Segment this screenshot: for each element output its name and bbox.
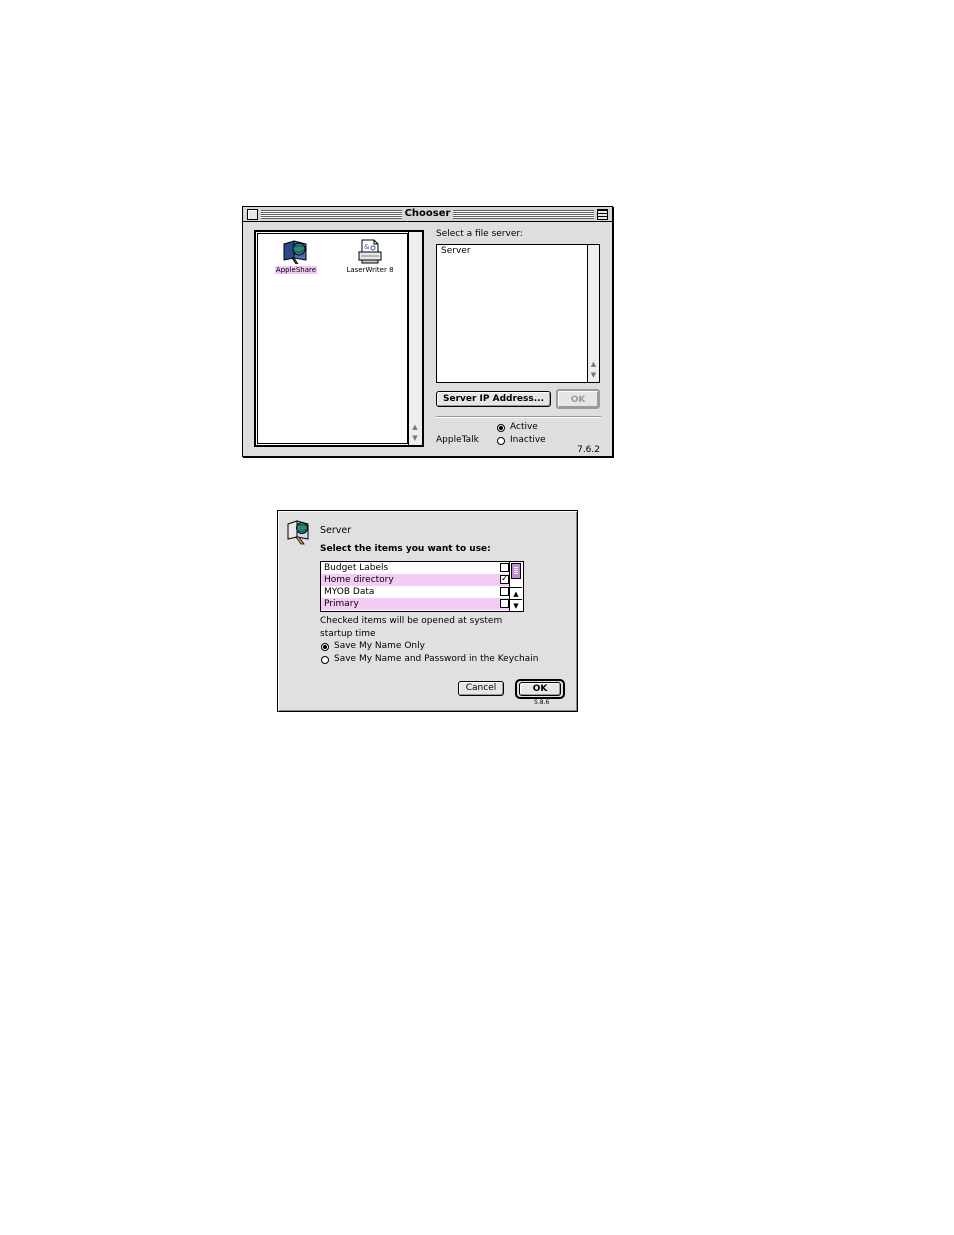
volume-checkbox-checked[interactable]: ✓ [500,575,509,584]
laserwriter-icon: & [356,238,384,264]
device-laserwriter[interactable]: & LaserWriter 8 [338,238,402,274]
appletalk-label: AppleTalk [436,435,479,445]
version-label: 7.6.2 [577,445,600,455]
device-appleshare[interactable]: AppleShare [264,238,328,274]
volume-list[interactable]: Budget Labels Home directory ✓ MYOB Data… [320,561,524,612]
server-ip-address-button[interactable]: Server IP Address... [436,391,551,407]
scroll-down-arrow-icon[interactable]: ▼ [588,370,599,381]
chooser-title-bar[interactable]: Chooser [243,207,612,222]
scroll-down-arrow-icon[interactable]: ▼ [510,599,522,611]
server-volumes-dialog: Server Select the items you want to use:… [277,510,578,712]
list-item[interactable]: Budget Labels [321,562,511,574]
startup-note-line-1: Checked items will be opened at system [320,616,503,626]
volume-checkbox[interactable] [500,599,509,608]
appletalk-inactive-label[interactable]: Inactive [510,435,546,445]
scroll-up-arrow-icon[interactable]: ▲ [409,422,421,433]
device-label: AppleShare [274,266,318,274]
save-name-only-label[interactable]: Save My Name Only [334,641,425,651]
server-list-item[interactable]: Server [441,246,471,256]
dialog-version-label: 5.8.6 [534,699,550,706]
server-list[interactable]: Server ▲ ▼ [436,244,600,383]
collapse-box-icon[interactable] [597,209,608,220]
volume-checkbox[interactable] [500,587,509,596]
scroll-up-arrow-icon[interactable]: ▲ [588,359,599,370]
dialog-ok-button[interactable]: OK [519,682,561,696]
scroll-up-arrow-icon[interactable]: ▲ [510,587,522,599]
appletalk-active-radio[interactable] [497,424,505,432]
volume-checkbox[interactable] [500,563,509,572]
device-type-list[interactable]: AppleShare & LaserWriter 8 ▲ ▼ [254,230,424,447]
device-list-scrollbar[interactable]: ▲ ▼ [408,232,422,445]
appletalk-inactive-radio[interactable] [497,437,505,445]
default-button-ring: OK [515,679,565,699]
volume-list-scrollbar[interactable]: ▲ ▼ [509,562,523,611]
divider [436,416,601,418]
window-title: Chooser [401,208,454,219]
appleshare-icon [282,238,310,265]
svg-text:&: & [364,243,370,251]
chooser-right-pane: Select a file server: Server ▲ ▼ Server … [425,221,612,456]
appleshare-icon [286,519,312,545]
select-server-label: Select a file server: [436,229,523,239]
scroll-down-arrow-icon[interactable]: ▼ [409,433,421,444]
volume-name: Budget Labels [324,563,389,573]
dialog-prompt: Select the items you want to use: [320,544,491,554]
chooser-window: Chooser AppleShare & LaserWriter 8 ▲ ▼ S… [242,206,613,457]
list-item[interactable]: MYOB Data [321,586,511,598]
chooser-ok-button[interactable]: OK [556,389,600,409]
save-keychain-label[interactable]: Save My Name and Password in the Keychai… [334,654,538,664]
volume-name: MYOB Data [324,587,375,597]
volume-name: Primary [324,599,359,609]
save-keychain-radio[interactable] [321,656,329,664]
list-item[interactable]: Home directory ✓ [321,574,511,586]
device-label: LaserWriter 8 [346,266,394,274]
volume-name: Home directory [324,575,394,585]
startup-note-line-2: startup time [320,629,376,639]
save-name-only-radio[interactable] [321,643,329,651]
device-list-frame: AppleShare & LaserWriter 8 [257,233,408,444]
cancel-button[interactable]: Cancel [458,681,504,696]
server-list-scrollbar[interactable]: ▲ ▼ [587,245,599,382]
appletalk-active-label[interactable]: Active [510,422,538,432]
scroll-thumb[interactable] [511,563,521,579]
list-item[interactable]: Primary [321,598,511,610]
dialog-title: Server [320,525,352,536]
